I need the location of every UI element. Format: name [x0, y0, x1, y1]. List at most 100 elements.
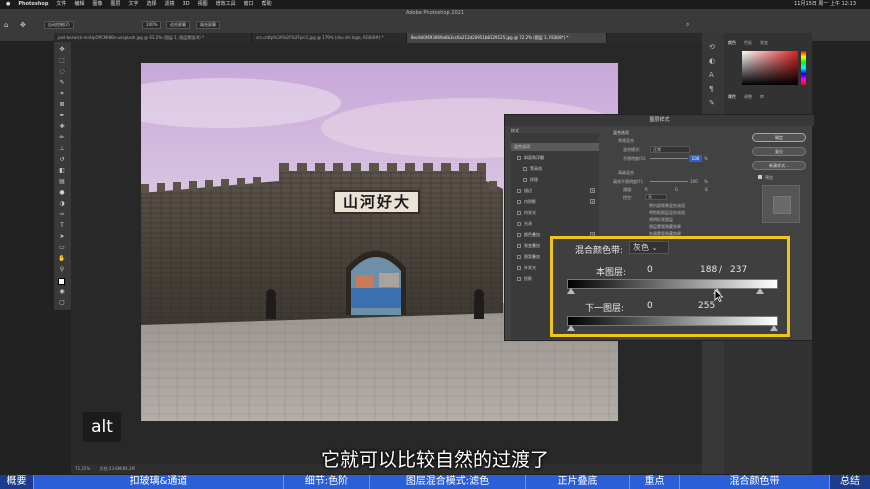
- fit-screen-button[interactable]: 适合屏幕: [166, 21, 190, 29]
- style-item-contour[interactable]: 等高线: [523, 166, 542, 172]
- menu-clock[interactable]: 11月15日 周一 上午 12:13: [794, 0, 856, 9]
- blend-mode-select[interactable]: 正常: [650, 146, 690, 153]
- fill-screen-button[interactable]: 填充屏幕: [196, 21, 220, 29]
- brush-icon[interactable]: ✏: [58, 134, 66, 142]
- tab-color[interactable]: 颜色: [728, 40, 736, 46]
- style-item-drop-shadow[interactable]: 投影: [517, 276, 532, 282]
- underlying-gradient-slider[interactable]: [567, 316, 778, 326]
- chapter-key-point[interactable]: 重点: [630, 475, 680, 489]
- tab-doc-2[interactable]: src=http%3A%2F%2Fpic1.jpg @ 179% (shu zh…: [252, 33, 407, 43]
- chapter-glass-channels[interactable]: 扣玻璃&通道: [34, 475, 284, 489]
- paragraph-icon[interactable]: ¶: [709, 85, 713, 93]
- chapter-overview[interactable]: 概要: [0, 475, 34, 489]
- quick-select-icon[interactable]: ✎: [58, 79, 66, 87]
- apple-icon[interactable]: ●: [6, 0, 10, 9]
- chapter-levels[interactable]: 细节:色阶: [284, 475, 370, 489]
- home-icon[interactable]: ⌂: [4, 21, 12, 29]
- frame-icon[interactable]: ⊠: [58, 101, 66, 109]
- this-layer-black-handle[interactable]: [567, 288, 575, 294]
- menu-app-name[interactable]: Photoshop: [18, 0, 48, 9]
- color-picker-field[interactable]: [742, 51, 798, 85]
- blur-icon[interactable]: ●: [58, 189, 66, 197]
- tab-gradients[interactable]: 渐变: [760, 40, 768, 46]
- hand-icon[interactable]: ✋: [58, 255, 66, 263]
- move-tool-icon[interactable]: ✥: [20, 21, 28, 29]
- marquee-icon[interactable]: ⬚: [58, 57, 66, 65]
- chapter-screen-mode[interactable]: 图层混合模式:滤色: [370, 475, 526, 489]
- adv-option-3[interactable]: 透明形状图层: [649, 217, 673, 223]
- style-item-bevel[interactable]: 斜面和浮雕: [517, 155, 544, 161]
- menu-file[interactable]: 文件: [56, 0, 66, 9]
- pen-icon[interactable]: ✑: [58, 211, 66, 219]
- path-select-icon[interactable]: ➤: [58, 233, 66, 241]
- dodge-icon[interactable]: ◑: [58, 200, 66, 208]
- eraser-icon[interactable]: ◧: [58, 167, 66, 175]
- tab-properties[interactable]: 属性: [728, 94, 736, 100]
- chapter-multiply[interactable]: 正片叠底: [526, 475, 630, 489]
- type-icon[interactable]: T: [58, 222, 66, 230]
- opacity-slider[interactable]: [650, 158, 688, 159]
- tab-adjustments[interactable]: 调整: [744, 94, 752, 100]
- fill-opacity-slider[interactable]: [650, 181, 688, 182]
- adv-option-1[interactable]: 将内部效果混合成组: [649, 203, 685, 209]
- opacity-input[interactable]: 100: [689, 155, 702, 162]
- search-icon[interactable]: ⌕: [686, 21, 694, 29]
- reset-button[interactable]: 复位: [752, 147, 806, 156]
- adv-option-4[interactable]: 图层蒙版隐藏效果: [649, 224, 681, 230]
- underlying-black-handle[interactable]: [567, 325, 575, 331]
- zoom-100-button[interactable]: 100%: [142, 21, 162, 29]
- menu-image[interactable]: 图像: [92, 0, 102, 9]
- character-icon[interactable]: A: [709, 71, 714, 79]
- style-item-outer-glow[interactable]: 外发光: [517, 265, 536, 271]
- healing-icon[interactable]: ✚: [58, 123, 66, 131]
- tab-doc-1[interactable]: joel-barwick-mnHpOPCMl80e-unsplash.jpg @…: [54, 33, 252, 43]
- add-inner-shadow-icon[interactable]: +: [590, 199, 595, 204]
- menu-view[interactable]: 视图: [198, 0, 208, 9]
- adjust-icon[interactable]: ◐: [709, 57, 715, 65]
- foreground-color-swatch[interactable]: [58, 278, 66, 286]
- menu-window[interactable]: 窗口: [244, 0, 254, 9]
- hue-slider[interactable]: [801, 51, 806, 85]
- style-item-color-overlay[interactable]: 颜色叠加: [517, 232, 540, 238]
- crop-icon[interactable]: ⌗: [58, 90, 66, 98]
- quick-mask-icon[interactable]: ◉: [58, 288, 66, 296]
- move-icon[interactable]: ✥: [58, 46, 66, 54]
- style-item-inner-glow[interactable]: 内发光: [517, 210, 536, 216]
- new-style-button[interactable]: 新建样式...: [752, 161, 806, 170]
- menu-type[interactable]: 文字: [128, 0, 138, 9]
- add-stroke-icon[interactable]: +: [590, 188, 595, 193]
- gradient-icon[interactable]: ▤: [58, 178, 66, 186]
- fill-opacity-input[interactable]: 100: [690, 179, 698, 184]
- style-item-pattern-overlay[interactable]: 图案叠加: [517, 254, 540, 260]
- tab-swatches[interactable]: 色板: [744, 40, 752, 46]
- preview-checkbox[interactable]: 预览: [758, 175, 773, 181]
- tab-libraries[interactable]: 库: [760, 94, 764, 100]
- blend-if-channel-select[interactable]: 灰色 ⌄: [629, 241, 669, 254]
- style-item-stroke[interactable]: 描边: [517, 188, 532, 194]
- menu-filter[interactable]: 滤镜: [165, 0, 175, 9]
- adv-option-2[interactable]: 将剪贴图层混合成组: [649, 210, 685, 216]
- knockout-select[interactable]: 无: [645, 194, 667, 200]
- brush-settings-icon[interactable]: ✎: [709, 99, 715, 107]
- eyedropper-icon[interactable]: ✒: [58, 112, 66, 120]
- style-item-satin[interactable]: 光泽: [517, 221, 532, 227]
- screen-mode-icon[interactable]: ▢: [58, 299, 66, 307]
- menu-3d[interactable]: 3D: [183, 0, 190, 9]
- chapter-summary[interactable]: 总结: [830, 475, 870, 489]
- menu-layer[interactable]: 图层: [110, 0, 120, 9]
- lasso-icon[interactable]: ◌: [58, 68, 66, 76]
- style-item-gradient-overlay[interactable]: 渐变叠加: [517, 243, 540, 249]
- underlying-white-handle[interactable]: [770, 325, 778, 331]
- clone-stamp-icon[interactable]: ⊥: [58, 145, 66, 153]
- channel-r-checkbox[interactable]: R: [645, 187, 648, 192]
- this-layer-white-handle-right[interactable]: [756, 288, 764, 294]
- menu-select[interactable]: 选择: [147, 0, 157, 9]
- tab-doc-3[interactable]: 8ec8d0f493069a6b3cc6a212d20951b8129125.j…: [407, 33, 607, 43]
- chapter-blend-if[interactable]: 混合颜色带: [680, 475, 830, 489]
- zoom-icon[interactable]: ⚲: [58, 266, 66, 274]
- this-layer-gradient-slider[interactable]: [567, 279, 778, 289]
- history-icon[interactable]: ⟲: [709, 43, 715, 51]
- style-item-inner-shadow[interactable]: 内阴影: [517, 199, 536, 205]
- style-item-texture[interactable]: 纹理: [523, 177, 538, 183]
- menu-edit[interactable]: 编辑: [74, 0, 84, 9]
